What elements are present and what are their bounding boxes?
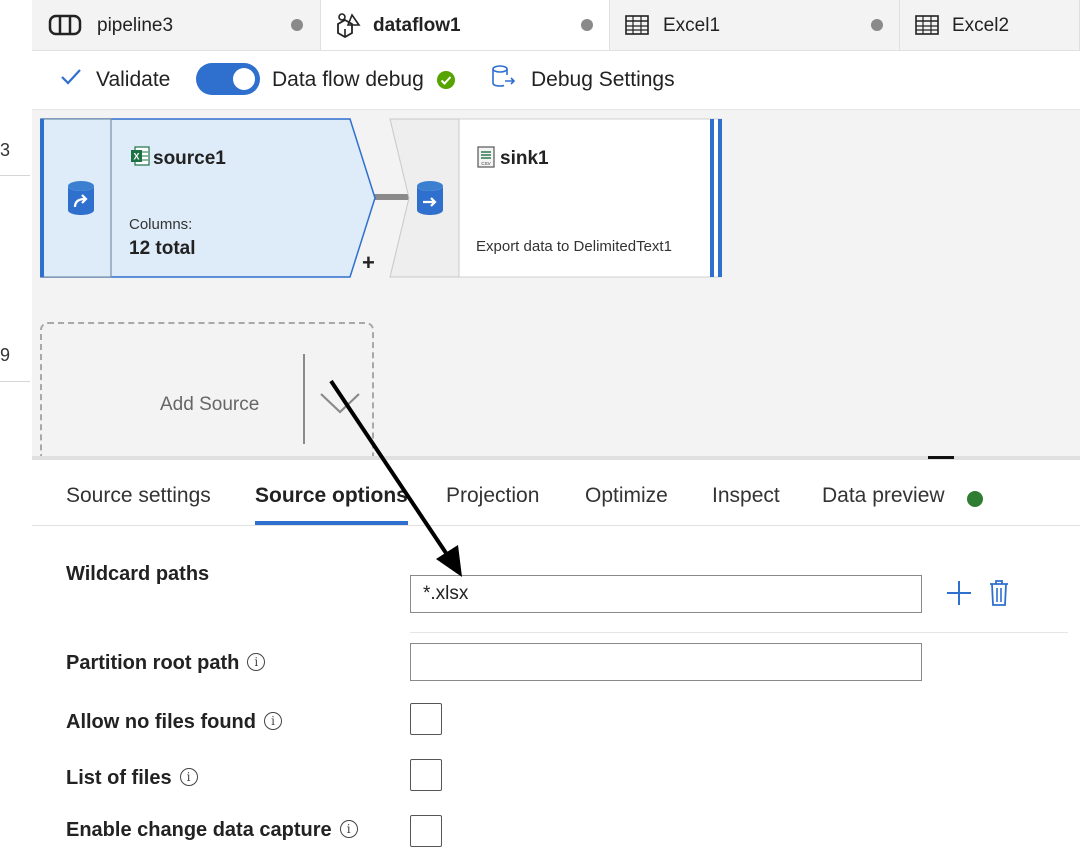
preview-status-dot <box>967 491 983 507</box>
tab-optimize[interactable]: Optimize <box>585 484 668 508</box>
validate-button[interactable]: Validate <box>60 51 170 109</box>
database-sink-icon <box>415 180 445 221</box>
tab-label: Excel2 <box>952 15 1010 36</box>
toggle-knob <box>233 68 255 90</box>
list-of-files-label: List of files i <box>66 767 198 790</box>
info-icon[interactable]: i <box>247 653 266 671</box>
tab-label: pipeline3 <box>97 15 174 36</box>
sink-title: sink1 <box>500 148 549 169</box>
toolbar: Validate Data flow debug Debug Settings <box>32 51 1080 110</box>
divider <box>0 381 30 382</box>
debug-toggle[interactable] <box>196 63 260 95</box>
table-icon <box>915 15 939 40</box>
add-source-label: Add Source <box>160 394 260 415</box>
svg-text:CSV: CSV <box>481 161 490 166</box>
excel-icon: X <box>130 146 150 171</box>
add-icon[interactable] <box>945 579 973 612</box>
tab-inspect[interactable]: Inspect <box>712 484 780 508</box>
label-text: Allow no files found <box>66 711 256 733</box>
sink-node[interactable]: CSV sink1 Export data to DelimitedText1 <box>389 118 724 278</box>
unsaved-dot <box>871 19 883 31</box>
dataflow-icon <box>334 12 362 43</box>
unsaved-dot <box>291 19 303 31</box>
label-text: Enable change data capture <box>66 819 332 841</box>
wildcard-paths-label: Wildcard paths <box>66 563 210 585</box>
checkmark-icon <box>60 68 82 92</box>
database-source-icon <box>66 180 96 221</box>
allow-no-files-checkbox[interactable] <box>410 703 442 735</box>
divider <box>32 525 1080 526</box>
row-number: 3 <box>0 140 11 160</box>
pipeline-icon <box>48 12 82 43</box>
validate-label: Validate <box>96 68 171 91</box>
source-node[interactable]: X source1 Columns: 12 total + <box>40 118 378 278</box>
wildcard-path-input[interactable] <box>410 575 922 613</box>
tab-data-preview[interactable]: Data preview <box>822 484 945 508</box>
partition-root-path-label: Partition root path i <box>66 652 266 675</box>
tab-excel1[interactable]: Excel1 <box>610 0 900 50</box>
add-source-button[interactable]: Add Source <box>40 322 374 456</box>
add-transform-plus-icon[interactable]: + <box>362 250 375 276</box>
columns-label: Columns: <box>129 216 193 233</box>
chevron-down-icon[interactable] <box>319 392 361 419</box>
label-text: List of files <box>66 767 172 789</box>
trash-icon[interactable] <box>987 578 1011 613</box>
allow-no-files-label: Allow no files found i <box>66 711 282 734</box>
divider <box>410 632 1068 633</box>
tab-dataflow1[interactable]: dataflow1 <box>321 0 610 50</box>
table-icon <box>625 15 649 40</box>
document-tabs: pipeline3 dataflow1 Excel1 Excel2 <box>32 0 1080 51</box>
csv-file-icon: CSV <box>477 146 495 173</box>
divider <box>303 354 305 444</box>
info-icon[interactable]: i <box>339 820 358 838</box>
list-of-files-checkbox[interactable] <box>410 759 442 791</box>
left-panel-strip: 3 9 <box>0 0 33 826</box>
source-title: source1 <box>153 148 226 169</box>
properties-panel: Source settings Source options Projectio… <box>32 456 1080 847</box>
tab-excel2[interactable]: Excel2 <box>900 0 1080 50</box>
tab-source-settings[interactable]: Source settings <box>66 484 211 508</box>
divider <box>0 175 30 176</box>
partition-root-path-input[interactable] <box>410 643 922 681</box>
label-text: Partition root path <box>66 652 240 674</box>
tab-pipeline3[interactable]: pipeline3 <box>32 0 321 50</box>
unsaved-dot <box>581 19 593 31</box>
debug-label: Data flow debug <box>272 68 424 91</box>
svg-text:X: X <box>133 152 139 162</box>
debug-settings-label: Debug Settings <box>531 68 675 91</box>
debug-settings-button[interactable]: Debug Settings <box>490 51 675 109</box>
tab-label: Excel1 <box>663 15 721 36</box>
debug-status-check-icon <box>437 71 455 89</box>
tab-projection[interactable]: Projection <box>446 484 539 508</box>
row-number: 9 <box>0 345 11 365</box>
sink-description: Export data to DelimitedText1 <box>476 238 672 255</box>
database-settings-icon <box>490 64 516 96</box>
info-icon[interactable]: i <box>263 712 282 730</box>
enable-change-data-capture-checkbox[interactable] <box>410 815 442 847</box>
info-icon[interactable]: i <box>179 768 198 786</box>
tab-label: dataflow1 <box>373 15 461 36</box>
columns-value: 12 total <box>129 238 196 259</box>
tab-source-options[interactable]: Source options <box>255 484 408 508</box>
enable-change-data-capture-label: Enable change data capture i <box>66 819 358 842</box>
dataflow-canvas[interactable]: X source1 Columns: 12 total + CSV sink1 … <box>32 110 1080 456</box>
resize-handle[interactable] <box>928 456 954 459</box>
